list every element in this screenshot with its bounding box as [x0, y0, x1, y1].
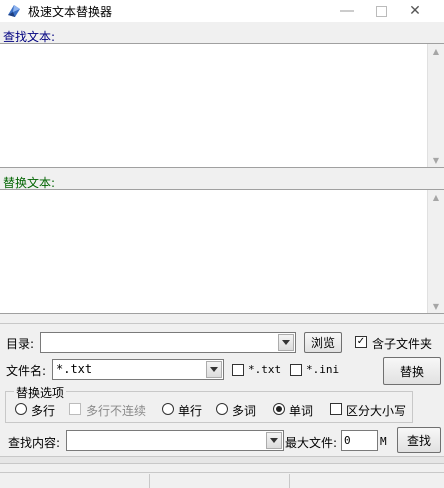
replace-button-label: 替换	[399, 364, 424, 379]
close-icon: ✕	[409, 3, 421, 19]
replace-options-title: 替换选项	[14, 384, 67, 401]
browse-button[interactable]: 浏览	[304, 332, 342, 353]
replace-button[interactable]: 替换	[383, 357, 441, 385]
ext-ini-label: *.ini	[306, 363, 340, 376]
chevron-down-icon[interactable]	[206, 361, 222, 378]
browse-label: 浏览	[310, 336, 335, 350]
single-word-label: 单词	[289, 404, 314, 418]
ext-txt-checkbox[interactable]	[232, 364, 244, 376]
find-button-label: 查找	[406, 433, 431, 448]
case-sensitive-checkbox[interactable]	[330, 403, 342, 415]
replace-text-area[interactable]: ▲ ▼	[0, 189, 444, 314]
multiline-noncontiguous-checkbox[interactable]	[69, 403, 81, 415]
minimize-button[interactable]: ―	[330, 0, 364, 22]
radio-single-line[interactable]	[162, 403, 174, 415]
max-file-input[interactable]: 0	[341, 430, 378, 451]
multiline-noncontiguous-label: 多行不连续	[86, 404, 147, 418]
radio-selected-dot	[276, 406, 282, 412]
progress-bar	[0, 456, 444, 464]
max-file-label: 最大文件:	[285, 436, 338, 450]
filename-combo[interactable]: *.txt	[52, 359, 224, 380]
status-segment	[0, 474, 150, 488]
scroll-up-icon[interactable]: ▲	[428, 44, 444, 58]
window-title: 极速文本替换器	[28, 5, 113, 19]
replace-text-scrollbar[interactable]: ▲ ▼	[427, 190, 444, 313]
include-subfolders-label: 含子文件夹	[372, 337, 433, 351]
app-icon	[8, 5, 20, 17]
find-button[interactable]: 查找	[397, 427, 441, 453]
directory-combo[interactable]	[40, 332, 296, 353]
divider	[0, 323, 444, 324]
status-segment	[150, 474, 290, 488]
max-file-value: 0	[344, 434, 351, 447]
maximize-button[interactable]	[364, 0, 398, 22]
ext-ini-checkbox[interactable]	[290, 364, 302, 376]
single-line-label: 单行	[178, 404, 203, 418]
filename-value: *.txt	[56, 362, 93, 376]
ext-txt-label: *.txt	[248, 363, 282, 376]
multi-word-label: 多词	[232, 404, 257, 418]
status-bar-divider	[0, 472, 444, 473]
radio-multi-word[interactable]	[216, 403, 228, 415]
chevron-down-icon[interactable]	[266, 432, 282, 449]
case-sensitive-label: 区分大小写	[346, 404, 407, 418]
include-subfolders-checkbox[interactable]: ✓	[355, 336, 367, 348]
radio-single-word[interactable]	[273, 403, 285, 415]
checkmark-icon: ✓	[356, 336, 366, 347]
scroll-down-icon[interactable]: ▼	[428, 153, 444, 167]
radio-multiline[interactable]	[15, 403, 27, 415]
scroll-up-icon[interactable]: ▲	[428, 190, 444, 204]
status-segment	[290, 474, 444, 488]
find-text-area[interactable]: ▲ ▼	[0, 43, 444, 168]
find-text-scrollbar[interactable]: ▲ ▼	[427, 44, 444, 167]
chevron-down-icon[interactable]	[278, 334, 294, 351]
minimize-icon: ―	[340, 3, 354, 19]
close-button[interactable]: ✕	[398, 0, 432, 22]
multiline-label: 多行	[31, 404, 56, 418]
maximize-icon	[375, 5, 387, 17]
search-content-combo[interactable]	[66, 430, 284, 451]
title-bar: 极速文本替换器 ― ✕	[0, 0, 444, 22]
scroll-down-icon[interactable]: ▼	[428, 299, 444, 313]
filename-label: 文件名:	[6, 364, 47, 378]
directory-label: 目录:	[6, 337, 35, 351]
search-content-label: 查找内容:	[8, 436, 61, 450]
max-file-unit: M	[380, 435, 387, 448]
